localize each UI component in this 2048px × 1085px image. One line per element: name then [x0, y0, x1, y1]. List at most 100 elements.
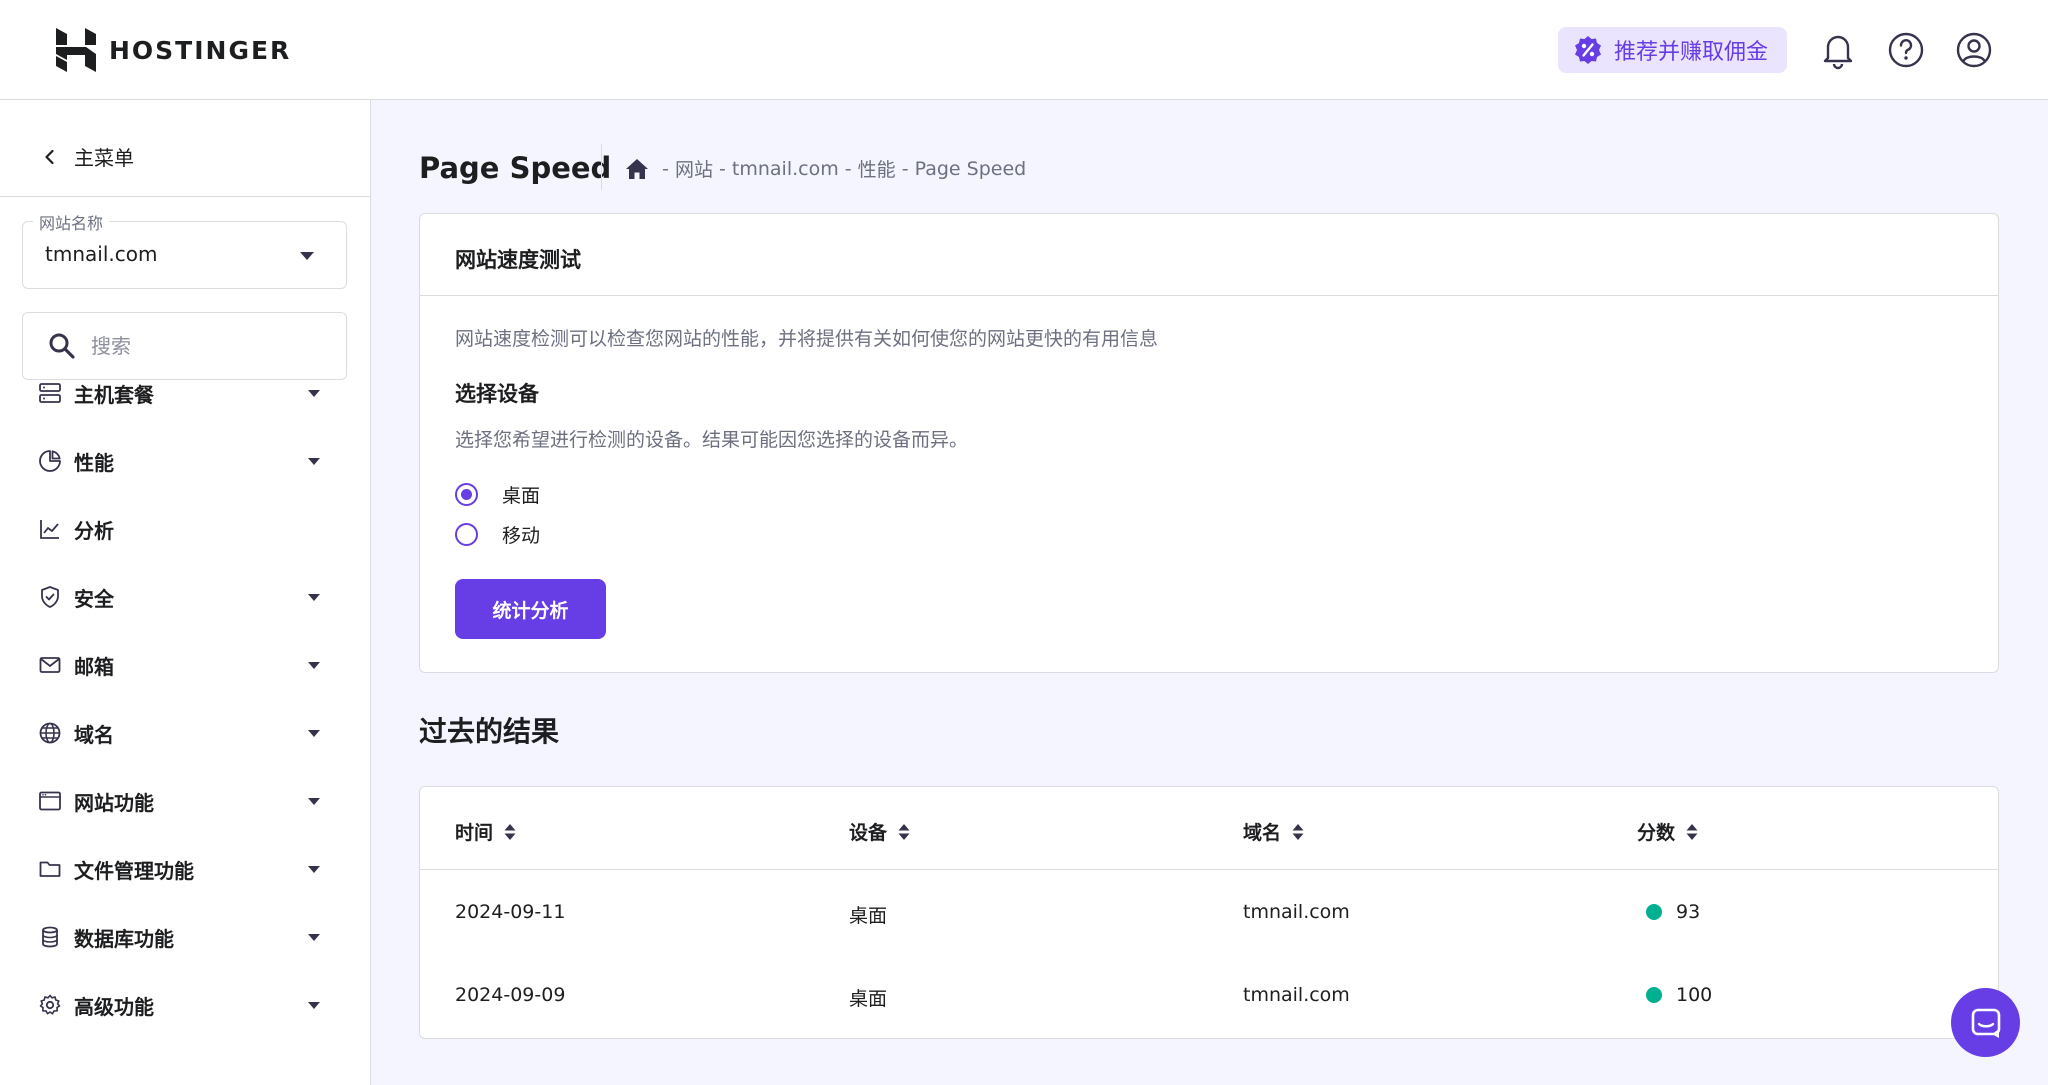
sidebar-item-security[interactable]: 安全: [38, 577, 328, 617]
breadcrumb-performance[interactable]: 性能: [858, 155, 896, 182]
analyze-button[interactable]: 统计分析: [455, 579, 606, 639]
globe-icon: [39, 722, 61, 744]
chevron-down-icon: [308, 390, 320, 397]
speed-test-card: 网站速度测试 网站速度检测可以检查您网站的性能，并将提供有关如何使您的网站更快的…: [419, 213, 1999, 673]
hostinger-logo[interactable]: HOSTINGER: [56, 28, 291, 72]
chevron-down-icon: [300, 252, 314, 260]
website-select-label: 网站名称: [33, 210, 110, 234]
referral-button[interactable]: 推荐并赚取佣金: [1558, 27, 1787, 73]
sidebar: 主菜单 网站名称 tmnail.com 主机套餐 性能: [0, 100, 371, 1085]
table-cell-domain: tmnail.com: [1243, 984, 1350, 1006]
sidebar-item-file-management[interactable]: 文件管理功能: [38, 849, 328, 889]
sidebar-item-label: 文件管理功能: [74, 858, 194, 883]
column-header-label: 域名: [1243, 822, 1282, 844]
breadcrumb-current: Page Speed: [914, 157, 1027, 180]
server-icon: [39, 383, 61, 403]
search-icon: [49, 333, 75, 359]
sidebar-item-website-features[interactable]: 网站功能: [38, 781, 328, 821]
back-label: 主菜单: [74, 146, 134, 170]
account-button[interactable]: [1954, 30, 1994, 70]
line-chart-icon: [40, 520, 59, 539]
bell-icon: [1823, 35, 1853, 70]
sidebar-item-analytics[interactable]: 分析: [38, 509, 328, 549]
home-icon[interactable]: [624, 156, 650, 182]
sidebar-item-performance[interactable]: 性能: [38, 441, 328, 481]
device-section-title: 选择设备: [455, 382, 539, 406]
chevron-left-icon: [45, 149, 54, 164]
radio-label: 移动: [502, 525, 541, 547]
breadcrumb-separator: -: [838, 157, 858, 180]
table-header-divider: [420, 869, 1998, 870]
table-cell-device: 桌面: [849, 988, 888, 1010]
sidebar-item-label: 高级功能: [74, 994, 154, 1019]
speed-test-title: 网站速度测试: [455, 248, 581, 272]
speed-test-description: 网站速度检测可以检查您网站的性能，并将提供有关如何使您的网站更快的有用信息: [455, 328, 1159, 350]
logo-text: HOSTINGER: [109, 35, 292, 65]
website-select-value: tmnail.com: [45, 242, 158, 266]
breadcrumb: - 网站 - tmnail.com - 性能 - Page Speed: [624, 155, 1026, 182]
pie-chart-icon: [39, 450, 61, 472]
chevron-down-icon: [308, 934, 320, 941]
column-header-device[interactable]: 设备: [849, 818, 911, 845]
help-button[interactable]: [1886, 30, 1926, 70]
past-results-table: 时间 设备 域名 分数 2024-09-11 桌面 tmnail.com 93 …: [419, 786, 1999, 1039]
radio-button-checked[interactable]: [455, 483, 478, 506]
sidebar-item-domains[interactable]: 域名: [38, 713, 328, 753]
device-option-desktop[interactable]: 桌面: [455, 481, 540, 508]
website-select[interactable]: 网站名称 tmnail.com: [22, 210, 347, 289]
hostinger-logo-icon: [56, 28, 96, 72]
score-value: 93: [1676, 901, 1701, 923]
sidebar-item-advanced[interactable]: 高级功能: [38, 985, 328, 1025]
search-input[interactable]: [91, 334, 321, 358]
sidebar-item-label: 安全: [74, 586, 114, 611]
chevron-down-icon: [308, 866, 320, 873]
top-header: HOSTINGER 推荐并赚取佣金: [0, 0, 2048, 100]
back-to-main-menu[interactable]: 主菜单: [40, 142, 134, 171]
column-header-domain[interactable]: 域名: [1243, 818, 1305, 845]
past-results-title: 过去的结果: [419, 715, 560, 748]
sidebar-item-label: 数据库功能: [74, 926, 174, 951]
device-option-mobile[interactable]: 移动: [455, 521, 540, 548]
breadcrumb-separator: -: [712, 157, 732, 180]
mail-icon: [39, 657, 61, 673]
sort-icon: [1686, 823, 1698, 840]
column-header-time[interactable]: 时间: [455, 818, 517, 845]
chat-button[interactable]: [1951, 988, 2020, 1057]
breadcrumb-websites[interactable]: 网站: [675, 155, 713, 182]
column-header-label: 分数: [1637, 822, 1676, 844]
gear-icon: [39, 994, 61, 1015]
sidebar-item-label: 主机套餐: [74, 382, 154, 407]
sort-icon: [504, 823, 516, 840]
breadcrumb-domain[interactable]: tmnail.com: [732, 158, 839, 180]
sidebar-item-hosting-plan[interactable]: 主机套餐: [38, 373, 328, 413]
referral-label: 推荐并赚取佣金: [1614, 40, 1769, 65]
card-divider: [420, 295, 1998, 296]
chevron-down-icon: [308, 594, 320, 601]
chevron-down-icon: [308, 798, 320, 805]
folder-icon: [39, 861, 61, 877]
sidebar-item-label: 网站功能: [74, 790, 154, 815]
notifications-button[interactable]: [1818, 30, 1858, 70]
sidebar-item-databases[interactable]: 数据库功能: [38, 917, 328, 957]
database-icon: [42, 926, 58, 948]
sidebar-item-label: 性能: [74, 450, 114, 475]
chevron-down-icon: [308, 662, 320, 669]
title-divider: [601, 144, 602, 190]
sidebar-item-email[interactable]: 邮箱: [38, 645, 328, 685]
column-header-label: 时间: [455, 822, 494, 844]
column-header-label: 设备: [849, 822, 888, 844]
chat-icon: [1971, 1008, 2000, 1038]
chevron-down-icon: [308, 1002, 320, 1009]
page-title: Page Speed: [419, 151, 612, 185]
sidebar-item-label: 分析: [74, 518, 114, 543]
sidebar-item-label: 域名: [74, 722, 114, 747]
column-header-score[interactable]: 分数: [1637, 818, 1699, 845]
sidebar-item-label: 邮箱: [74, 654, 114, 679]
score-status-dot: [1646, 987, 1662, 1003]
radio-button-unchecked[interactable]: [455, 523, 478, 546]
radio-label: 桌面: [502, 485, 541, 507]
sort-icon: [1292, 823, 1304, 840]
chevron-down-icon: [308, 458, 320, 465]
table-cell-date: 2024-09-11: [455, 901, 566, 923]
table-cell-date: 2024-09-09: [455, 984, 566, 1006]
